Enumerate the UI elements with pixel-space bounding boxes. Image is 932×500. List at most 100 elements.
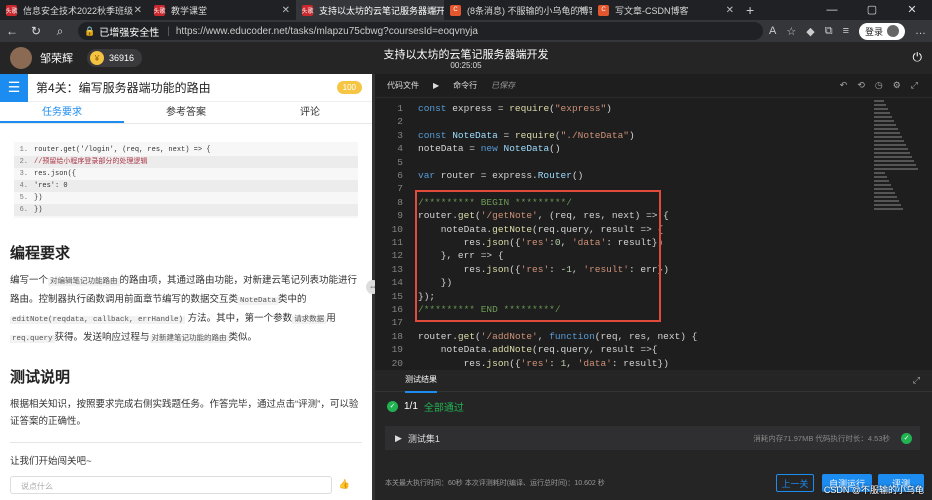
results-tabs: 测试结果	[375, 368, 932, 393]
url-divider: |	[167, 25, 170, 37]
address-bar: ← ↻ ⌕ 🔒 已增强安全性 | https://www.educoder.ne…	[0, 20, 932, 42]
search-icon[interactable]: ⌕	[48, 24, 72, 39]
tab-command-line[interactable]: 命令行	[453, 80, 477, 91]
extension-icon[interactable]: ◆	[806, 25, 814, 38]
lock-icon: 🔒	[84, 25, 96, 36]
editor-line: 19 noteData.addNote(req.query, result =>…	[391, 344, 658, 356]
read-aloud-icon[interactable]: A	[769, 25, 776, 37]
close-tab-icon[interactable]: ✕	[726, 5, 734, 16]
back-icon[interactable]: ←	[0, 24, 24, 38]
user-name: 邹荣辉	[40, 53, 73, 65]
browser-tab[interactable]: C 写文章-CSDN博客 ✕	[592, 0, 740, 20]
refresh-icon[interactable]: ↻	[24, 24, 48, 38]
close-tab-icon[interactable]: ✕	[430, 5, 438, 16]
check-icon: ✓	[901, 432, 912, 444]
browser-tab-bar: 头歌 信息安全技术2022秋季班级 ✕ 头歌 教学课堂 ✕ 头歌 支持以太坊的云笔记服务器端开…	[0, 0, 932, 20]
browser-tab[interactable]: 头歌 教学课堂 ✕	[148, 0, 296, 20]
editor-line: 4 noteData = new NoteData()	[397, 143, 561, 155]
history-icon[interactable]: ◷	[875, 80, 883, 91]
start-text: 让我们开始闯关吧~	[10, 456, 92, 467]
code-line: 6.})	[14, 204, 358, 216]
avatar[interactable]	[10, 47, 32, 69]
favorites-list-icon[interactable]: ≡	[843, 25, 849, 37]
browser-tab[interactable]: 头歌 支持以太坊的云笔记服务器端开 ✕	[296, 0, 444, 20]
test-set-row[interactable]: ▶ 测试集1 消耗内存71.97MB 代码执行时长：4.53秒 ✓	[385, 426, 920, 450]
pass-status: 全部通过	[423, 402, 464, 414]
tab-label: (8条消息) 不服输的小乌龟的博客	[467, 5, 592, 16]
prev-level-button[interactable]: 上一关	[776, 474, 814, 492]
tab-reference-answer[interactable]: 参考答案	[124, 102, 248, 123]
tab-requirements[interactable]: 任务要求	[0, 102, 124, 123]
code-line: 5. })	[19, 194, 43, 202]
secure-label: 已增强安全性	[99, 27, 160, 39]
editor-actions: ↶ ⟲ ◷ ⚙ ⤢	[840, 80, 918, 91]
minimize-button[interactable]: —	[812, 0, 852, 20]
editor-line: 2	[397, 116, 403, 128]
expand-icon[interactable]: ⤢	[913, 375, 920, 386]
window-controls: — ▢ ✕	[812, 0, 932, 20]
section-title-requirements: 编程要求	[10, 245, 71, 262]
close-window-button[interactable]: ✕	[892, 0, 932, 20]
reset-icon[interactable]: ⟲	[857, 80, 865, 91]
tab-favicon-icon: 头歌	[6, 4, 18, 16]
undo-icon[interactable]: ↶	[840, 80, 848, 91]
new-tab-button[interactable]: +	[746, 2, 754, 18]
tab-favicon-icon: 头歌	[154, 4, 166, 16]
editor-line: 7	[397, 183, 403, 195]
test-set-info: 消耗内存71.97MB 代码执行时长：4.53秒	[753, 433, 890, 443]
like-icon[interactable]: 👍	[339, 479, 350, 490]
menu-icon[interactable]: ☰	[0, 73, 28, 102]
fullscreen-icon[interactable]: ⤢	[911, 80, 918, 91]
code-line: 3. res.json({	[19, 170, 77, 178]
favorite-icon[interactable]: ☆	[786, 25, 796, 38]
tab-label: 写文章-CSDN博客	[615, 5, 689, 16]
score-badge: 100	[336, 81, 362, 94]
task-title: 第4关：编写服务器端功能的路由	[36, 81, 211, 95]
profile-avatar	[887, 25, 899, 37]
editor-line: 3 const NoteData = require("./NoteData")	[397, 129, 635, 141]
requirements-text: 编写一个 对编辑笔记功能路由 的路由项，其通过路由功能，对新建云笔记列表功能进行路由…	[10, 275, 358, 343]
tab-favicon-icon: C	[598, 4, 609, 16]
play-icon[interactable]: ▶	[433, 81, 439, 90]
tab-label: 支持以太坊的云笔记服务器端开	[319, 5, 444, 16]
power-icon[interactable]: ⏻	[913, 50, 923, 65]
login-button[interactable]: 登录	[858, 22, 905, 40]
coin-badge[interactable]: ¥36916	[87, 49, 143, 67]
test-set-label: 测试集1	[407, 433, 440, 444]
code-line: 2. //预留给小程序登录部分的处理逻辑	[14, 156, 358, 168]
caret-right-icon: ▶	[395, 432, 402, 443]
editor-line: 1 const express = require("express")	[397, 103, 612, 114]
browser-tab[interactable]: 头歌 信息安全技术2022秋季班级 ✕	[0, 0, 148, 20]
browser-tab[interactable]: C (8条消息) 不服输的小乌龟的博客 ✕	[444, 0, 592, 20]
url-input[interactable]: 🔒 已增强安全性 | https://www.educoder.net/task…	[78, 22, 764, 40]
code-line: 1. router.get('/login', (req, res, next) …	[19, 146, 211, 154]
editor-panel: 代码文件 ▶ 命令行 已保存 ↶ ⟲ ◷ ⚙ ⤢ 1 const express …	[375, 74, 932, 500]
pass-summary: ✓ 1/1 全部通过	[375, 392, 932, 420]
settings-icon[interactable]: ⚙	[893, 80, 901, 91]
close-tab-icon[interactable]: ✕	[282, 5, 290, 16]
minimap[interactable]	[874, 98, 922, 218]
collections-icon[interactable]: ⧉	[825, 25, 833, 38]
close-tab-icon[interactable]: ✕	[578, 5, 586, 16]
check-icon: ✓	[387, 400, 398, 412]
close-tab-icon[interactable]: ✕	[134, 5, 142, 16]
tab-label: 信息安全技术2022秋季班级	[23, 5, 134, 16]
tab-comments[interactable]: 评论	[248, 102, 372, 123]
task-header: ☰ 第4关：编写服务器端功能的路由 100	[0, 73, 372, 102]
editor-line: 6 var router = express.Router()	[397, 170, 584, 181]
task-tabs: 任务要求 参考答案 评论	[0, 102, 372, 124]
section-title-test: 测试说明	[10, 369, 71, 386]
test-results-panel: 测试结果 ⤢ ✓ 1/1 全部通过 ▶ 测试集1 消耗内存71.97MB 代码执…	[375, 370, 932, 500]
tab-code-file[interactable]: 代码文件	[387, 80, 419, 91]
tab-favicon-icon: C	[450, 4, 461, 16]
saved-status: 已保存	[491, 81, 516, 90]
more-menu-icon[interactable]: …	[915, 25, 926, 37]
example-code-block: 1. router.get('/login', (req, res, next) …	[14, 142, 358, 218]
pass-count: 1/1	[404, 400, 418, 412]
code-line: 4. 'res': 0	[14, 180, 358, 192]
editor-line: 17	[391, 317, 403, 329]
maximize-button[interactable]: ▢	[852, 0, 892, 20]
tab-test-results[interactable]: 测试结果	[405, 368, 437, 393]
test-description: 根据相关知识，按照要求完成右侧实践题任务。作答完毕，通过点击“评测”，可以验证答…	[10, 399, 359, 427]
comment-input[interactable]: 说点什么	[10, 476, 332, 494]
